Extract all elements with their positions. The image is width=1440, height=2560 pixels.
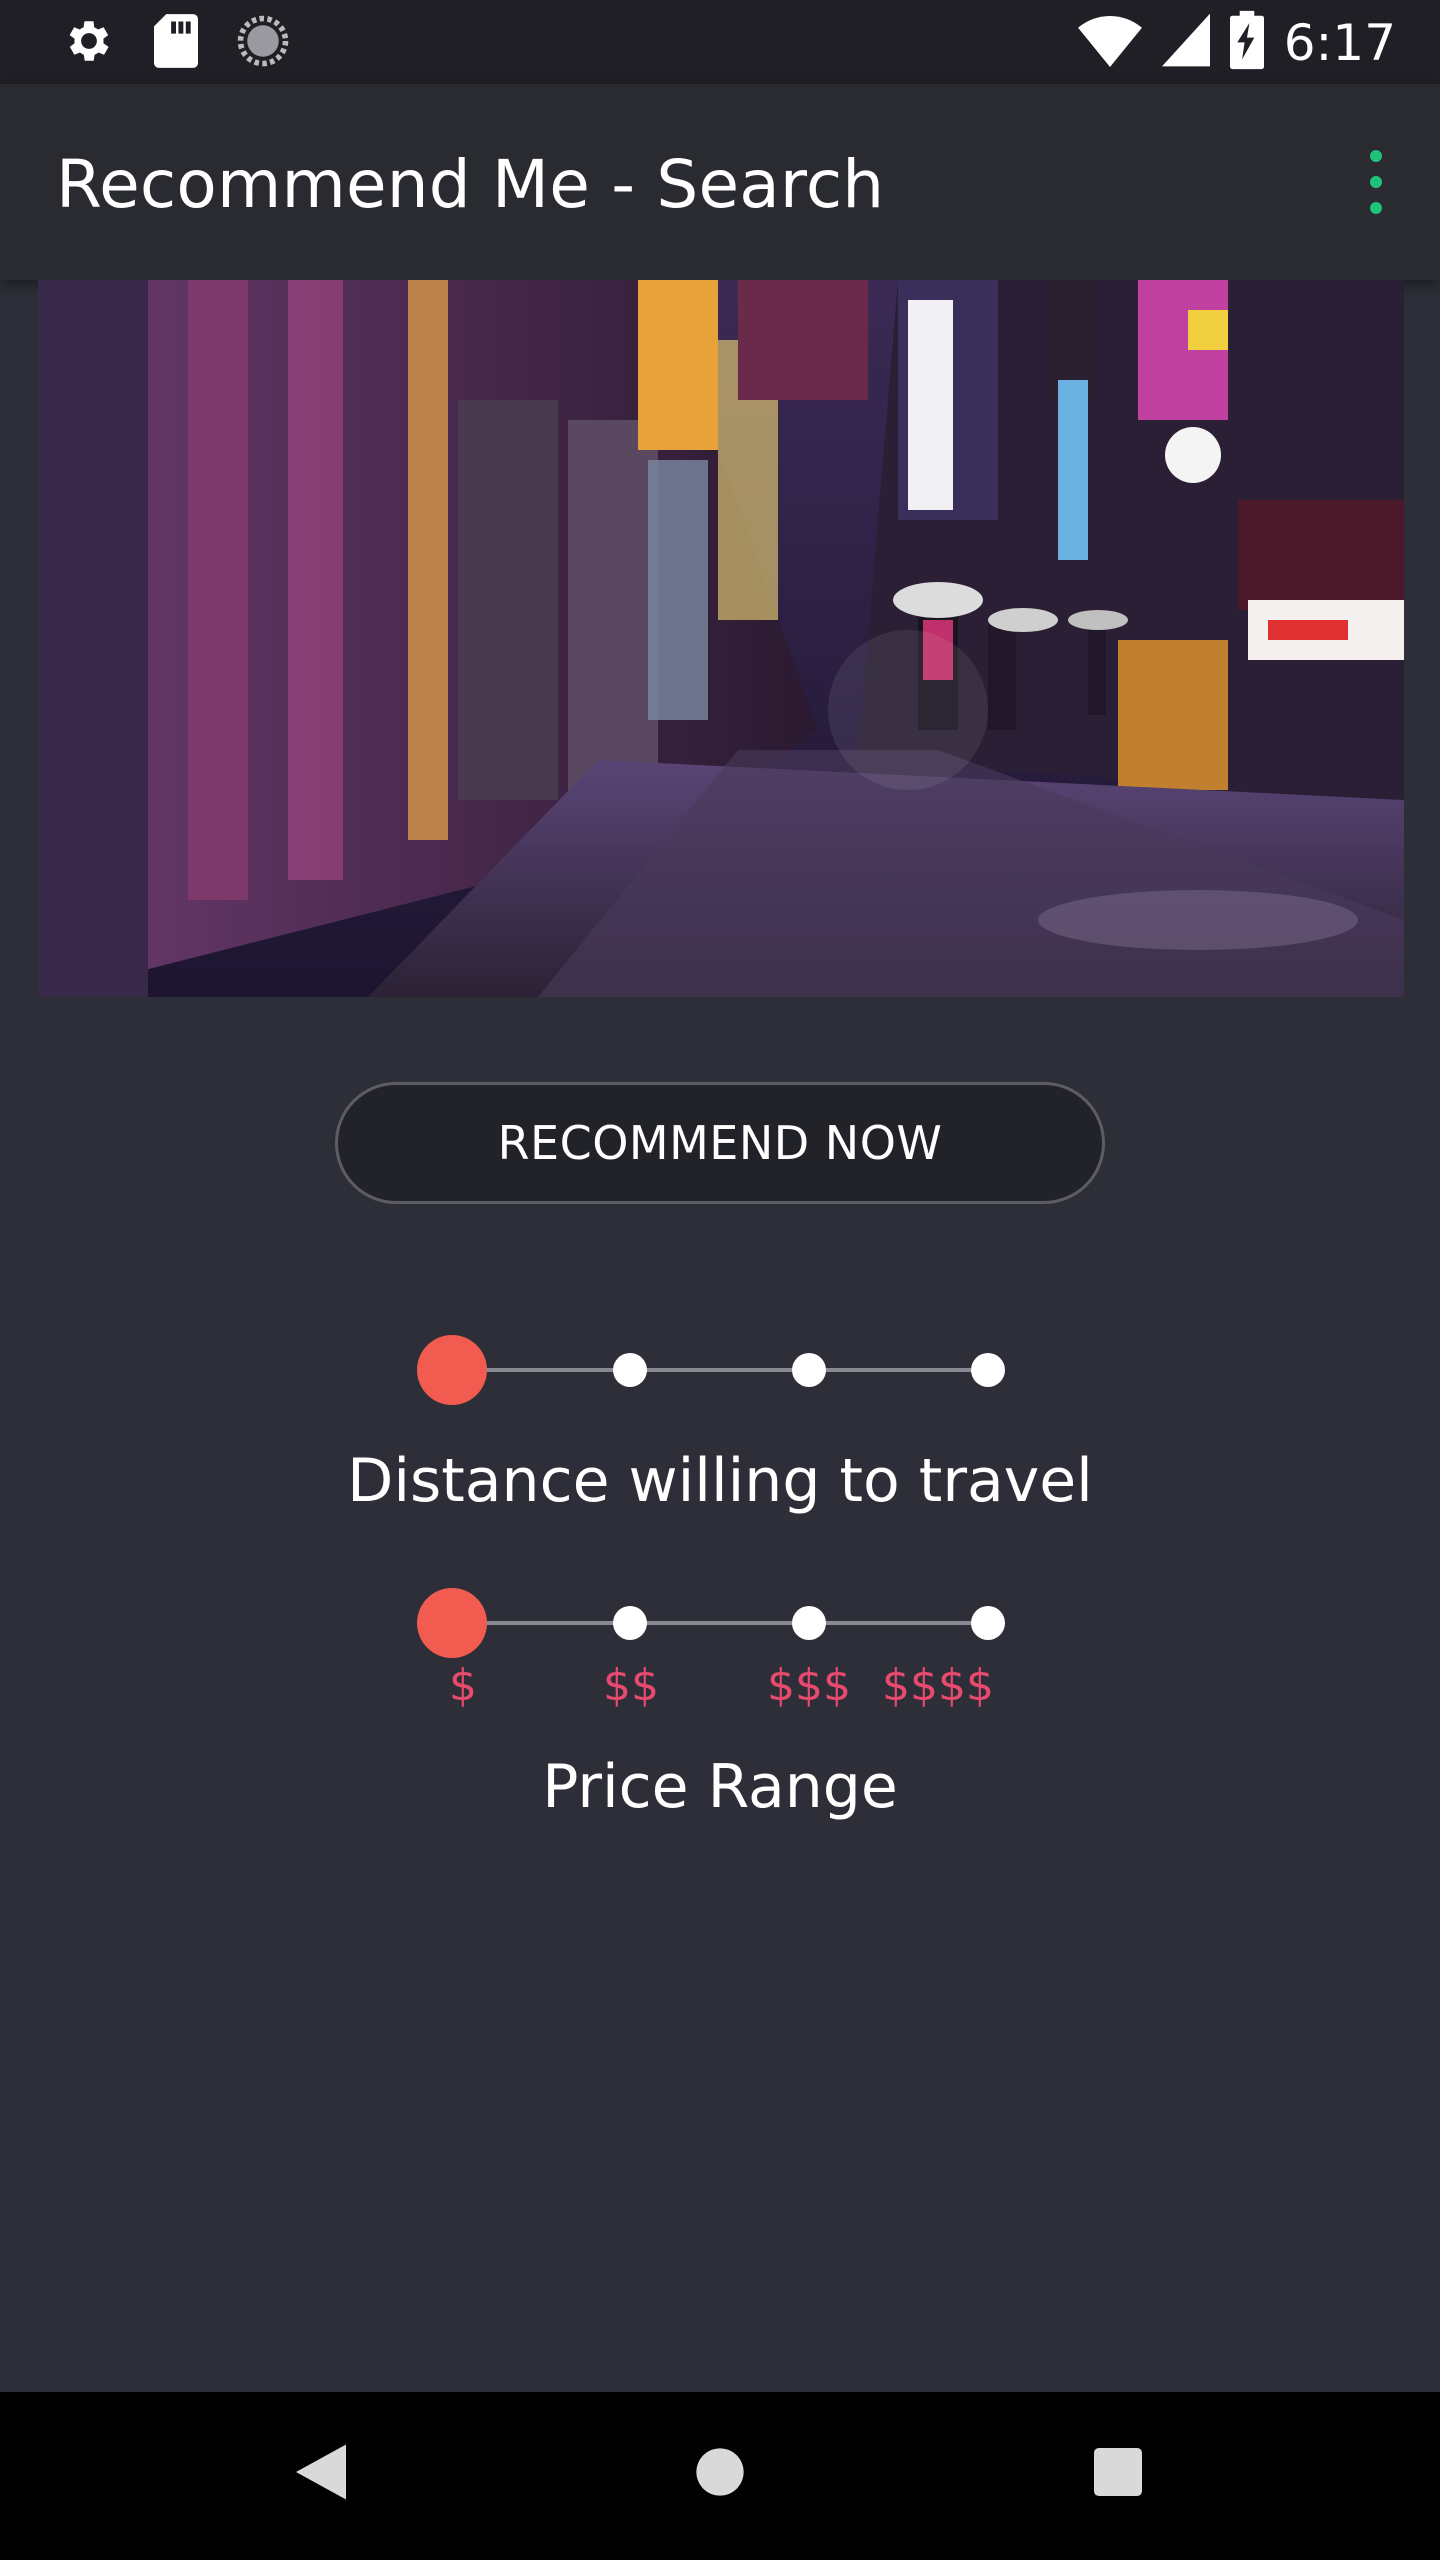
status-time: 6:17	[1283, 13, 1396, 72]
status-bar: 6:17	[0, 0, 1440, 84]
price-step-2[interactable]	[613, 1606, 647, 1640]
page-title: Recommend Me - Search	[56, 146, 885, 223]
street-photo	[38, 280, 1404, 997]
price-tick-label: $$	[603, 1660, 659, 1711]
distance-slider-track	[452, 1368, 988, 1372]
price-step-1[interactable]	[417, 1588, 487, 1658]
recommend-now-button[interactable]: RECOMMEND NOW	[335, 1082, 1105, 1204]
home-icon[interactable]	[694, 2444, 746, 2505]
price-range-label: Price Range	[542, 1752, 898, 1822]
price-slider[interactable]	[417, 1583, 1020, 1663]
recents-icon[interactable]	[1094, 2444, 1142, 2505]
signal-icon	[1161, 13, 1210, 72]
sd-card-icon	[154, 14, 198, 73]
back-icon[interactable]	[296, 2444, 346, 2505]
distance-step-4[interactable]	[971, 1353, 1005, 1387]
system-nav-bar	[0, 2392, 1440, 2560]
price-step-3[interactable]	[792, 1606, 826, 1640]
sync-icon	[236, 14, 290, 73]
price-tick-label: $$$$	[882, 1660, 994, 1711]
battery-charging-icon	[1229, 10, 1264, 75]
wifi-icon	[1077, 13, 1142, 72]
distance-step-3[interactable]	[792, 1353, 826, 1387]
settings-icon	[62, 14, 116, 73]
price-tick-label: $	[449, 1660, 477, 1711]
distance-step-2[interactable]	[613, 1353, 647, 1387]
price-slider-track	[452, 1621, 988, 1625]
distance-slider[interactable]	[417, 1330, 1020, 1410]
hero-image	[38, 280, 1404, 997]
price-step-4[interactable]	[971, 1606, 1005, 1640]
app-bar: Recommend Me - Search	[0, 84, 1440, 280]
distance-step-1[interactable]	[417, 1335, 487, 1405]
overflow-menu-icon[interactable]	[1352, 150, 1400, 214]
distance-label: Distance willing to travel	[347, 1446, 1093, 1516]
price-tick-label: $$$	[767, 1660, 851, 1711]
